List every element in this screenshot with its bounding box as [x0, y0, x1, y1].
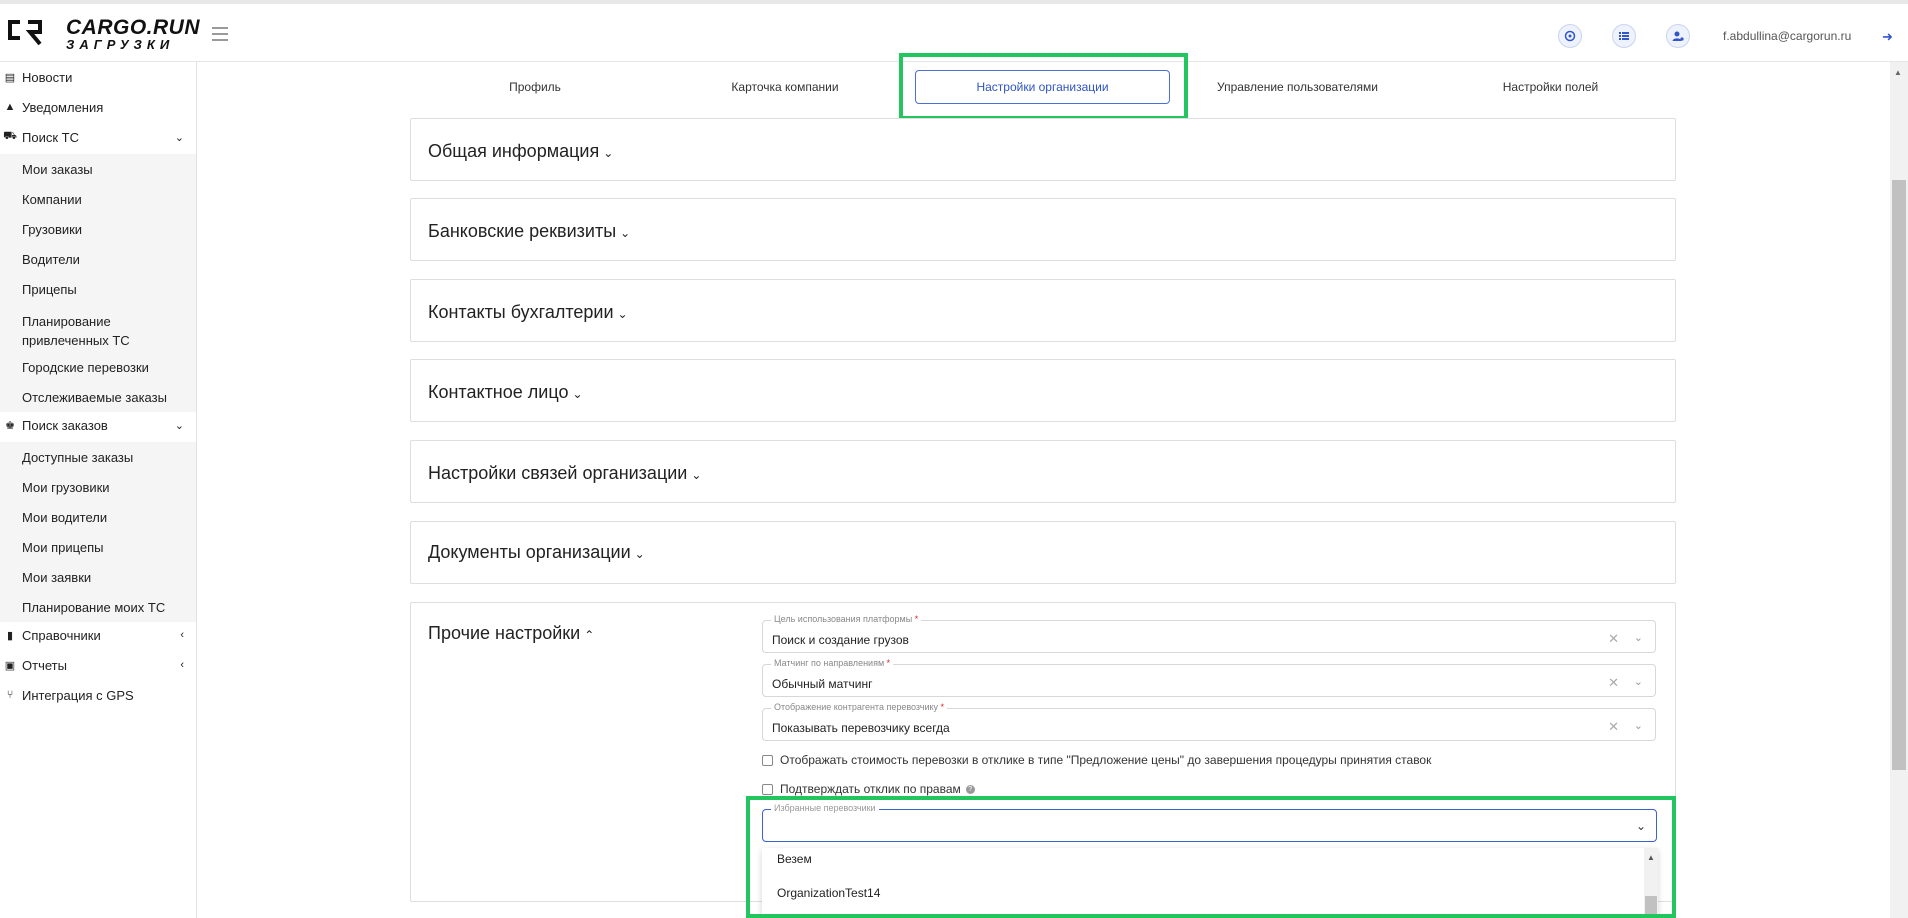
logo[interactable]: CARGO.RUN ЗАГРУЗКИ: [6, 16, 200, 52]
platform-purpose-select[interactable]: Цель использования платформы * Поиск и с…: [762, 614, 1656, 653]
user-settings-icon[interactable]: [1666, 24, 1690, 48]
favorite-carriers-dropdown: Везем OrganizationTest14 ▲: [762, 848, 1658, 918]
chevron-down-icon: ⌄: [174, 419, 184, 432]
chevron-down-icon[interactable]: ⌄: [1634, 675, 1643, 688]
sidebar: ▤ Новости ▲ Уведомления ⛟ Поиск ТС ⌄ Мои…: [0, 62, 197, 918]
sidebar-item-news[interactable]: ▤ Новости: [0, 67, 196, 87]
tab-profile[interactable]: Профиль: [410, 70, 660, 104]
support-icon[interactable]: [1558, 24, 1582, 48]
report-icon: ▣: [4, 659, 16, 672]
sidebar-subitem-companies[interactable]: Компании: [0, 184, 196, 214]
sidebar-subitem-my-requests[interactable]: Мои заявки: [0, 562, 196, 592]
clear-icon[interactable]: ✕: [1608, 675, 1619, 691]
scroll-up-icon[interactable]: ▲: [1894, 68, 1902, 77]
panel-general-info[interactable]: Общая информация ⌄: [410, 118, 1676, 181]
panel-contact-person[interactable]: Контактное лицо ⌄: [410, 359, 1676, 422]
show-price-checkbox[interactable]: Отображать стоимость перевозки в отклике…: [762, 753, 1431, 767]
sidebar-item-references[interactable]: ▮ Справочники ‹: [0, 625, 196, 645]
sidebar-subitem-trailers[interactable]: Прицепы: [0, 274, 196, 304]
sidebar-subitem-planning-my-ts[interactable]: Планирование моих ТС: [0, 592, 196, 622]
chevron-down-icon: ⌄: [617, 307, 628, 321]
sidebar-item-gps[interactable]: ⑂ Интеграция с GPS: [0, 685, 196, 705]
sidebar-subitem-city-transport[interactable]: Городские перевозки: [0, 352, 196, 382]
checkbox[interactable]: [762, 754, 773, 766]
dropdown-option[interactable]: OrganizationTest14: [777, 886, 880, 900]
sidebar-subitem-planning-hired[interactable]: Планирование привлеченных ТС: [0, 304, 196, 352]
sidebar-subitem-my-trucks[interactable]: Мои грузовики: [0, 472, 196, 502]
news-icon: ▤: [4, 71, 16, 84]
top-bar: CARGO.RUN ЗАГРУЗКИ f.abdullina@cargorun.…: [0, 0, 1908, 62]
scale-icon: ♚: [5, 419, 15, 432]
tab-user-management[interactable]: Управление пользователями: [1170, 70, 1425, 104]
logo-name: CARGO.RUN: [66, 16, 200, 39]
sidebar-item-notifications[interactable]: ▲ Уведомления: [0, 97, 196, 117]
panel-org-documents[interactable]: Документы организации ⌄: [410, 521, 1676, 584]
sidebar-subitem-my-trailers[interactable]: Мои прицепы: [0, 532, 196, 562]
tab-organization-settings[interactable]: Настройки организации: [915, 70, 1170, 104]
chevron-down-icon: ⌄: [572, 387, 583, 401]
panel-bank-details[interactable]: Банковские реквизиты ⌄: [410, 198, 1676, 261]
settings-tabs: Профиль Карточка компании Настройки орга…: [410, 70, 1676, 104]
panel-accounting-contacts[interactable]: Контакты бухгалтерии ⌄: [410, 279, 1676, 342]
chevron-down-icon: ⌄: [620, 226, 631, 240]
chevron-down-icon: ⌄: [603, 146, 614, 160]
list-icon[interactable]: [1612, 24, 1636, 48]
checkbox[interactable]: [762, 783, 773, 795]
page-scrollbar-thumb[interactable]: [1892, 180, 1906, 770]
scroll-up-icon[interactable]: ▲: [1647, 853, 1655, 862]
tab-field-settings[interactable]: Настройки полей: [1425, 70, 1676, 104]
bell-icon: ▲: [4, 101, 16, 113]
chevron-down-icon: ⌄: [634, 547, 645, 561]
direction-matching-select[interactable]: Матчинг по направлениям * Обычный матчин…: [762, 658, 1656, 697]
sidebar-item-reports[interactable]: ▣ Отчеты ‹: [0, 655, 196, 675]
confirm-response-checkbox[interactable]: Подтверждать отклик по правам ?: [762, 782, 975, 796]
logout-icon[interactable]: ➜: [1882, 29, 1893, 45]
tab-company-card[interactable]: Карточка компании: [660, 70, 910, 104]
sidebar-item-search-ts[interactable]: ⛟ Поиск ТС ⌄: [0, 127, 196, 147]
chevron-down-icon: ⌄: [691, 468, 702, 482]
chevron-up-icon: ⌃: [584, 628, 595, 642]
sidebar-subitem-drivers[interactable]: Водители: [0, 244, 196, 274]
clear-icon[interactable]: ✕: [1608, 631, 1619, 647]
dropdown-option[interactable]: Везем: [777, 852, 812, 866]
logo-subtitle: ЗАГРУЗКИ: [66, 37, 175, 52]
sidebar-item-search-orders[interactable]: ♚ Поиск заказов ⌄: [0, 415, 196, 435]
chevron-down-icon: ⌄: [174, 131, 184, 144]
favorite-carriers-select[interactable]: Избранные перевозчики ⌄: [762, 803, 1657, 842]
user-email[interactable]: f.abdullina@cargorun.ru: [1723, 29, 1851, 43]
dropdown-scrollbar[interactable]: ▲: [1644, 848, 1658, 918]
book-icon: ▮: [6, 629, 14, 642]
cargorun-logo-icon: [8, 20, 42, 46]
chevron-down-icon[interactable]: ⌄: [1634, 719, 1643, 732]
chevron-left-icon: ‹: [180, 659, 184, 671]
counterparty-display-select[interactable]: Отображение контрагента перевозчику * По…: [762, 702, 1656, 741]
menu-toggle-icon[interactable]: [212, 27, 228, 41]
help-icon[interactable]: ?: [965, 784, 975, 794]
chevron-down-icon[interactable]: ⌄: [1636, 819, 1646, 833]
chevron-left-icon: ‹: [180, 629, 184, 641]
sidebar-subitem-tracked-orders[interactable]: Отслеживаемые заказы: [0, 382, 196, 412]
truck-icon: ⛟: [3, 130, 17, 142]
sidebar-subitem-my-orders[interactable]: Мои заказы: [0, 154, 196, 184]
gps-icon: ⑂: [6, 689, 14, 701]
sidebar-subitem-available-orders[interactable]: Доступные заказы: [0, 442, 196, 472]
sidebar-subitem-trucks[interactable]: Грузовики: [0, 214, 196, 244]
sidebar-subitem-my-drivers[interactable]: Мои водители: [0, 502, 196, 532]
chevron-down-icon[interactable]: ⌄: [1634, 631, 1643, 644]
clear-icon[interactable]: ✕: [1608, 719, 1619, 735]
panel-org-links-settings[interactable]: Настройки связей организации ⌄: [410, 440, 1676, 503]
